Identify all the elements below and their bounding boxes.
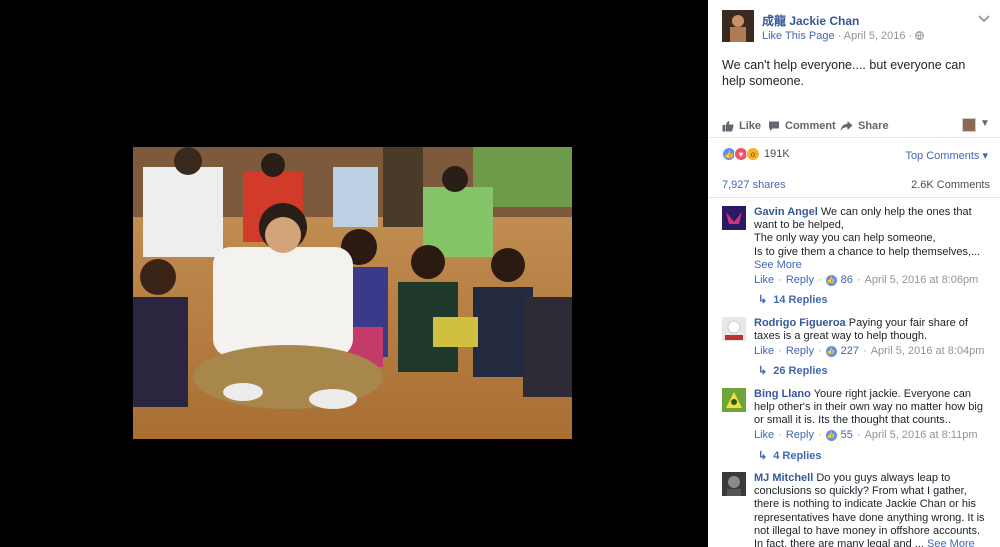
- view-replies-link[interactable]: ↳ 26 Replies: [758, 364, 828, 377]
- comment-text-line: Is to give them a chance to help themsel…: [754, 246, 986, 272]
- like-page-link[interactable]: Like This Page: [762, 30, 835, 42]
- meta-separator: ·: [856, 429, 861, 441]
- share-label: Share: [858, 120, 889, 132]
- like-label: Like: [739, 120, 762, 132]
- post-text: We can't help everyone.... but everyone …: [722, 58, 966, 88]
- reaction-icons[interactable]: 👍 ♥ o: [722, 147, 760, 161]
- commenter-name[interactable]: Rodrigo Figueroa: [754, 317, 846, 329]
- viewer-avatar[interactable]: [962, 118, 976, 132]
- sort-label: Top Comments: [905, 150, 980, 162]
- meta-separator: ·: [778, 429, 782, 441]
- comment-item: Rodrigo Figueroa Paying your fair share …: [722, 317, 992, 381]
- comment-meta: Like · Reply · 👍 55 · April 5, 2016 at 8…: [754, 429, 978, 441]
- post-header: 成龍 Jackie Chan Like This Page · April 5,…: [722, 10, 992, 46]
- comment-meta: Like · Reply · 👍 86 · April 5, 2016 at 8…: [754, 274, 978, 286]
- commenter-name[interactable]: MJ Mitchell: [754, 472, 813, 484]
- thumbs-up-icon: 👍: [825, 274, 837, 286]
- share-icon: [840, 120, 853, 132]
- comment-like-count[interactable]: 227: [841, 345, 859, 357]
- caret-down-icon[interactable]: ▼: [980, 118, 990, 129]
- comment-reply-link[interactable]: Reply: [786, 429, 814, 441]
- comment-label: Comment: [785, 120, 836, 132]
- photo-illustration: [133, 147, 572, 439]
- comment-like-link[interactable]: Like: [754, 345, 774, 357]
- comment-body: Bing Llano Youre right jackie. Everyone …: [754, 388, 986, 428]
- page-avatar[interactable]: [722, 10, 754, 42]
- sort-comments-dropdown[interactable]: Top Comments ▾: [905, 149, 988, 162]
- comment-button[interactable]: Comment: [768, 120, 836, 132]
- reply-arrow-icon: ↳: [758, 450, 768, 462]
- divider: [708, 197, 1000, 198]
- see-more-link[interactable]: See More: [927, 538, 975, 547]
- action-bar: Like Comment Share ▼: [708, 116, 1000, 138]
- reply-arrow-icon: ↳: [758, 365, 768, 377]
- comment-body: Rodrigo Figueroa Paying your fair share …: [754, 317, 986, 343]
- share-button[interactable]: Share: [840, 120, 889, 132]
- post-panel: 成龍 Jackie Chan Like This Page · April 5,…: [708, 0, 1000, 547]
- meta-separator: ·: [817, 345, 822, 357]
- photo-viewer: [0, 0, 708, 547]
- meta-separator: ·: [817, 274, 822, 286]
- comment-time[interactable]: April 5, 2016 at 8:06pm: [865, 274, 979, 286]
- see-more-link[interactable]: See More: [754, 259, 802, 271]
- comment-text-segment: Is to give them a chance to help themsel…: [754, 245, 981, 258]
- comment-time[interactable]: April 5, 2016 at 8:04pm: [871, 345, 985, 357]
- replies-count: 4 Replies: [773, 450, 822, 462]
- reaction-count[interactable]: 191K: [764, 148, 790, 160]
- comment-text-line: The only way you can help someone,: [754, 232, 936, 245]
- comment-like-count[interactable]: 86: [841, 274, 853, 286]
- comment-icon: [768, 120, 780, 132]
- wow-reaction-icon: o: [746, 147, 760, 161]
- caret-down-icon: ▾: [979, 150, 988, 162]
- replies-count: 14 Replies: [773, 294, 828, 306]
- post-photo[interactable]: [133, 147, 572, 439]
- comment-item: Gavin Angel We can only help the ones th…: [722, 206, 992, 306]
- comment-meta: Like · Reply · 👍 227 · April 5, 2016 at …: [754, 345, 984, 357]
- commenter-name[interactable]: Bing Llano: [754, 388, 811, 400]
- comment-reply-link[interactable]: Reply: [786, 274, 814, 286]
- commenter-avatar[interactable]: [722, 317, 746, 341]
- globe-icon: [915, 30, 925, 42]
- thumbs-up-icon: 👍: [825, 429, 837, 441]
- commenter-name[interactable]: Gavin Angel: [754, 206, 818, 218]
- meta-separator: ·: [863, 345, 867, 357]
- chevron-down-icon[interactable]: [978, 12, 990, 26]
- comment-body: Gavin Angel We can only help the ones th…: [754, 206, 986, 272]
- commenter-avatar[interactable]: [722, 206, 746, 230]
- post-date[interactable]: April 5, 2016: [844, 30, 906, 42]
- comment-like-count[interactable]: 55: [841, 429, 853, 441]
- comment-reply-link[interactable]: Reply: [786, 345, 814, 357]
- view-replies-link[interactable]: ↳ 14 Replies: [758, 293, 828, 306]
- comment-body: MJ Mitchell Do you guys always leap to c…: [754, 472, 986, 547]
- meta-separator: ·: [778, 345, 782, 357]
- meta-separator: ·: [778, 274, 782, 286]
- shares-row: 7,927 shares 2.6K Comments: [722, 179, 990, 193]
- thumbs-up-icon: 👍: [825, 345, 837, 357]
- replies-count: 26 Replies: [773, 365, 828, 377]
- meta-separator: ·: [856, 274, 861, 286]
- commenter-avatar[interactable]: [722, 472, 746, 496]
- meta-separator: ·: [817, 429, 822, 441]
- like-button[interactable]: Like: [722, 120, 761, 132]
- comment-item: Bing Llano Youre right jackie. Everyone …: [722, 388, 992, 464]
- comment-item: MJ Mitchell Do you guys always leap to c…: [722, 472, 992, 547]
- post-meta: Like This Page · April 5, 2016 ·: [762, 30, 925, 42]
- comment-time[interactable]: April 5, 2016 at 8:11pm: [865, 429, 978, 441]
- comment-like-link[interactable]: Like: [754, 274, 774, 286]
- thumbs-up-icon: [722, 120, 734, 132]
- view-replies-link[interactable]: ↳ 4 Replies: [758, 449, 822, 462]
- reply-arrow-icon: ↳: [758, 294, 768, 306]
- comment-like-link[interactable]: Like: [754, 429, 774, 441]
- comments-count[interactable]: 2.6K Comments: [911, 179, 990, 191]
- shares-link[interactable]: 7,927 shares: [722, 179, 786, 191]
- reactions-row: 👍 ♥ o 191K Top Comments ▾: [722, 147, 990, 163]
- page-name-link[interactable]: 成龍 Jackie Chan: [762, 12, 859, 29]
- commenter-avatar[interactable]: [722, 388, 746, 412]
